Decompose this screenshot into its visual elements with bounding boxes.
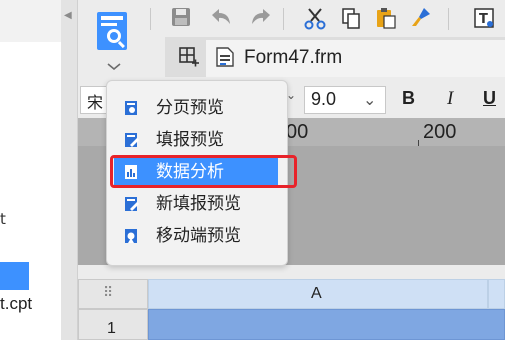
file-tree-item-cpt[interactable]: t.cpt — [0, 294, 32, 314]
format-brush-icon[interactable] — [408, 5, 434, 35]
underline-button[interactable]: U — [483, 88, 496, 109]
highlight-outline — [110, 155, 297, 188]
column-header-a[interactable]: A — [148, 279, 488, 309]
file-tree-selected-row[interactable] — [0, 262, 29, 290]
toolbar-separator — [283, 8, 284, 30]
chevron-down-icon[interactable]: ⌄ — [363, 90, 376, 109]
select-all-corner[interactable]: ⠿ — [78, 279, 148, 309]
menu-item-label: 分页预览 — [156, 98, 224, 118]
menu-item-label: 移动端预览 — [156, 226, 241, 246]
font-size-value: 9.0 — [311, 89, 337, 109]
font-name-value: 宋 — [87, 93, 104, 112]
file-tree-item-partial[interactable]: t — [0, 210, 6, 228]
column-header-b[interactable] — [488, 279, 505, 309]
column-label: A — [311, 285, 322, 302]
text-icon[interactable]: T — [471, 6, 497, 36]
ruler-mark-200: 200 — [423, 121, 457, 143]
row-header-1[interactable]: 1 — [78, 309, 148, 340]
svg-text:T: T — [479, 12, 488, 27]
form-file-icon — [214, 46, 236, 72]
bold-button[interactable]: B — [402, 88, 415, 109]
cell-a1[interactable] — [148, 309, 505, 340]
mobile-preview-icon — [124, 228, 140, 244]
new-fill-preview-icon — [124, 196, 140, 212]
toolbar-separator — [150, 8, 151, 30]
new-template-icon[interactable] — [178, 45, 200, 71]
tab-title: Form47.frm — [244, 47, 343, 68]
menu-item-new-fill-preview[interactable]: 新填报预览 — [114, 189, 278, 219]
ruler-tick — [418, 140, 419, 146]
menu-item-mobile-preview[interactable]: 移动端预览 — [114, 221, 278, 251]
undo-icon[interactable] — [208, 6, 234, 34]
preview-button[interactable] — [93, 8, 135, 71]
page-preview-icon — [124, 100, 140, 116]
italic-button[interactable]: I — [447, 88, 453, 110]
grid-dots-icon: ⠿ — [103, 285, 114, 301]
menu-item-label: 新填报预览 — [156, 194, 241, 214]
cut-icon[interactable] — [302, 6, 328, 36]
font-size-select[interactable]: 9.0 ⌄ — [304, 86, 386, 114]
menu-item-page-preview[interactable]: 分页预览 — [114, 93, 278, 123]
panel-collapse-bar[interactable] — [61, 0, 78, 340]
collapse-left-icon[interactable]: ◀ — [64, 10, 72, 21]
redo-icon[interactable] — [248, 6, 274, 34]
menu-item-fill-preview[interactable]: 填报预览 — [114, 125, 278, 155]
menu-item-label: 填报预览 — [156, 130, 224, 150]
main-toolbar: T — [78, 0, 505, 37]
copy-icon[interactable] — [338, 6, 364, 36]
paste-icon[interactable] — [373, 6, 399, 36]
toolbar-separator — [448, 8, 449, 30]
save-icon[interactable] — [168, 6, 194, 34]
ruler-mark-00: 00 — [286, 121, 309, 143]
font-name-select[interactable]: 宋 — [80, 86, 108, 114]
fill-preview-icon — [124, 132, 140, 148]
row-label: 1 — [107, 320, 116, 337]
file-tree-header — [0, 0, 61, 42]
